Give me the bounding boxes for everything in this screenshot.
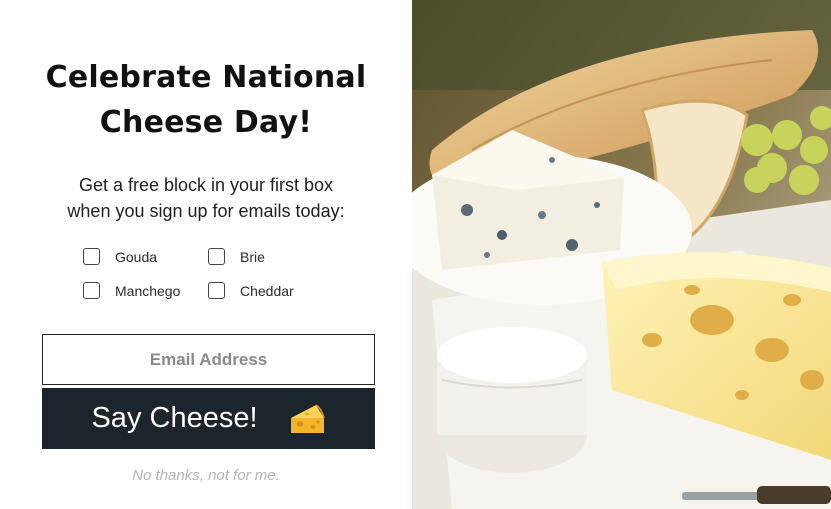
popup-subtitle-line-2: when you sign up for emails today: (67, 201, 345, 221)
option-cheddar[interactable]: Cheddar (208, 282, 294, 299)
popup-title-line-1: Celebrate National (45, 60, 367, 95)
checkbox-brie[interactable] (208, 248, 225, 265)
option-label-gouda: Gouda (115, 248, 158, 265)
option-label-brie: Brie (240, 248, 265, 265)
signup-popup: Celebrate National Cheese Day! Get a fre… (0, 0, 831, 509)
option-manchego[interactable]: Manchego (83, 282, 180, 299)
signup-form-panel: Celebrate National Cheese Day! Get a fre… (0, 0, 412, 509)
email-input[interactable] (42, 334, 375, 385)
say-cheese-button[interactable]: Say Cheese! (42, 388, 375, 449)
decline-link[interactable]: No thanks, not for me. (0, 467, 412, 484)
option-gouda[interactable]: Gouda (83, 248, 157, 265)
cheese-wedge-icon (290, 403, 325, 433)
checkbox-gouda[interactable] (83, 248, 100, 265)
say-cheese-label: Say Cheese! (91, 402, 258, 434)
popup-title-line-2: Cheese Day! (99, 105, 313, 140)
option-label-cheddar: Cheddar (240, 282, 294, 299)
checkbox-manchego[interactable] (83, 282, 100, 299)
option-label-manchego: Manchego (115, 282, 181, 299)
checkbox-cheddar[interactable] (208, 282, 225, 299)
cheese-board-photo (412, 0, 831, 509)
cheese-photo-illustration (412, 0, 831, 509)
option-brie[interactable]: Brie (208, 248, 265, 265)
popup-subtitle-line-1: Get a free block in your first box (78, 175, 334, 195)
